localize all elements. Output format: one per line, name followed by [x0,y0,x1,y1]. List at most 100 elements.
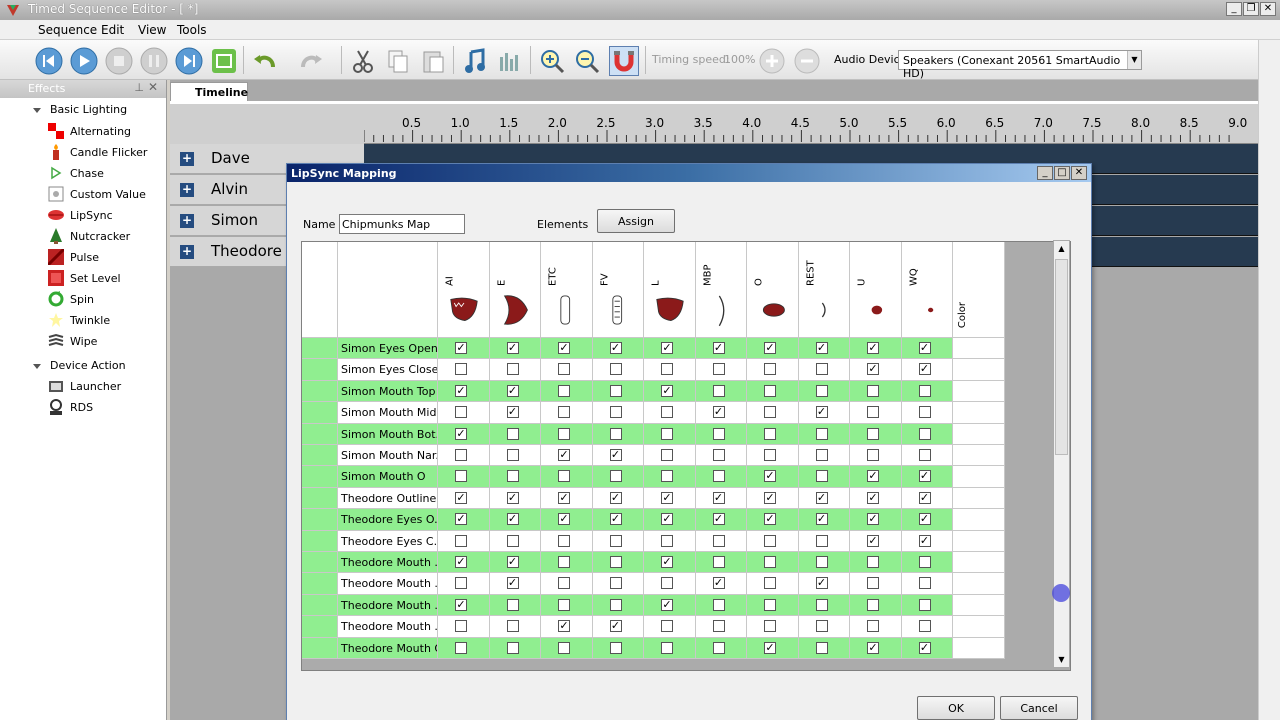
mapping-checkbox[interactable] [712,641,725,654]
mapping-checkbox[interactable] [609,556,622,568]
mapping-checkbox[interactable] [455,491,467,504]
expand-icon[interactable]: + [180,183,194,197]
mapping-checkbox[interactable] [558,513,570,526]
mapping-checkbox[interactable] [867,491,879,504]
mapping-checkbox[interactable] [558,534,570,547]
mapping-checkbox[interactable] [918,577,931,590]
mapping-checkbox[interactable] [712,427,725,440]
row-selector[interactable] [302,359,338,381]
mapping-checkbox[interactable] [455,556,467,568]
color-cell[interactable] [953,616,1005,638]
loop-button[interactable] [209,46,239,76]
mapping-checkbox[interactable] [918,556,931,568]
mapping-checkbox[interactable] [506,363,519,376]
row-selector[interactable] [302,402,338,424]
mapping-checkbox[interactable] [558,384,570,397]
phoneme-header-mbp[interactable]: MBP [695,242,747,338]
dialog-close-button[interactable]: ✕ [1071,166,1087,180]
mapping-checkbox[interactable] [712,577,725,590]
mapping-checkbox[interactable] [609,342,622,354]
dialog-maximize-button[interactable]: □ [1054,166,1070,180]
mapping-checkbox[interactable] [815,598,828,611]
mapping-checkbox[interactable] [918,534,931,547]
mapping-checkbox[interactable] [815,491,828,504]
mapping-checkbox[interactable] [815,513,828,526]
assign-button[interactable]: Assign [597,209,675,233]
mapping-checkbox[interactable] [455,342,467,354]
effect-pulse[interactable]: Pulse [48,247,99,267]
mapping-checkbox[interactable] [455,449,467,461]
skip-forward-button[interactable] [174,46,204,76]
mapping-checkbox[interactable] [815,363,828,376]
effect-twinkle[interactable]: Twinkle [48,310,110,330]
grid-scrollbar[interactable]: ▲ ▼ [1053,240,1070,668]
mapping-checkbox[interactable] [867,598,879,611]
mapping-checkbox[interactable] [918,598,931,611]
effect-wipe[interactable]: Wipe [48,331,97,351]
phoneme-header-o[interactable]: O [747,242,799,338]
mapping-checkbox[interactable] [609,491,622,504]
effect-rds[interactable]: RDS [48,397,93,417]
mapping-checkbox[interactable] [558,556,570,568]
mapping-checkbox[interactable] [764,342,776,354]
mapping-checkbox[interactable] [661,449,673,461]
mapping-checkbox[interactable] [558,620,570,633]
color-cell[interactable] [953,487,1005,510]
mapping-checkbox[interactable] [712,342,725,354]
mapping-checkbox[interactable] [764,470,776,483]
mapping-checkbox[interactable] [712,513,725,526]
row-selector[interactable] [302,487,338,510]
phoneme-header-rest[interactable]: REST [798,242,850,338]
row-selector[interactable] [302,445,338,467]
mapping-checkbox[interactable] [506,513,519,526]
mapping-checkbox[interactable] [867,342,879,354]
mapping-checkbox[interactable] [661,620,673,633]
phoneme-header-l[interactable]: L [644,242,696,338]
play-button[interactable] [69,46,99,76]
close-button[interactable]: ✕ [1260,2,1276,16]
group-device-action[interactable]: Device Action [33,359,126,372]
mapping-checkbox[interactable] [506,556,519,568]
audio-device-select[interactable]: Speakers (Conexant 20561 SmartAudio HD) … [898,50,1142,80]
expand-icon[interactable]: + [180,214,194,228]
phoneme-header-ai[interactable]: AI [438,242,490,338]
mapping-checkbox[interactable] [764,449,776,461]
mapping-checkbox[interactable] [506,342,519,354]
mapping-checkbox[interactable] [712,620,725,633]
mapping-checkbox[interactable] [867,384,879,397]
copy-button[interactable] [383,46,413,76]
mapping-checkbox[interactable] [661,598,673,611]
mapping-checkbox[interactable] [609,641,622,654]
phoneme-header-etc[interactable]: ETC [541,242,593,338]
phoneme-header-fv[interactable]: FV [592,242,644,338]
mapping-checkbox[interactable] [661,342,673,354]
mapping-checkbox[interactable] [867,534,879,547]
mapping-checkbox[interactable] [506,406,519,419]
mapping-checkbox[interactable] [609,534,622,547]
color-cell[interactable] [953,338,1005,360]
mapping-checkbox[interactable] [815,449,828,461]
mapping-checkbox[interactable] [712,363,725,376]
mapping-checkbox[interactable] [815,556,828,568]
effect-chase[interactable]: Chase [48,163,104,183]
mapping-checkbox[interactable] [558,577,570,590]
row-selector[interactable] [302,530,338,552]
mapping-checkbox[interactable] [712,449,725,461]
effect-launcher[interactable]: Launcher [48,376,121,396]
mapping-checkbox[interactable] [455,406,467,419]
mapping-checkbox[interactable] [661,384,673,397]
mapping-checkbox[interactable] [506,598,519,611]
mapping-checkbox[interactable] [867,363,879,376]
mapping-checkbox[interactable] [661,577,673,590]
mapping-checkbox[interactable] [609,384,622,397]
audio-button[interactable] [460,46,490,76]
mapping-checkbox[interactable] [609,449,622,461]
mapping-checkbox[interactable] [661,556,673,568]
mapping-checkbox[interactable] [867,406,879,419]
mapping-checkbox[interactable] [455,598,467,611]
effect-spin[interactable]: Spin [48,289,94,309]
mapping-checkbox[interactable] [918,384,931,397]
mapping-checkbox[interactable] [661,470,673,483]
mapping-checkbox[interactable] [506,384,519,397]
row-selector[interactable] [302,338,338,360]
